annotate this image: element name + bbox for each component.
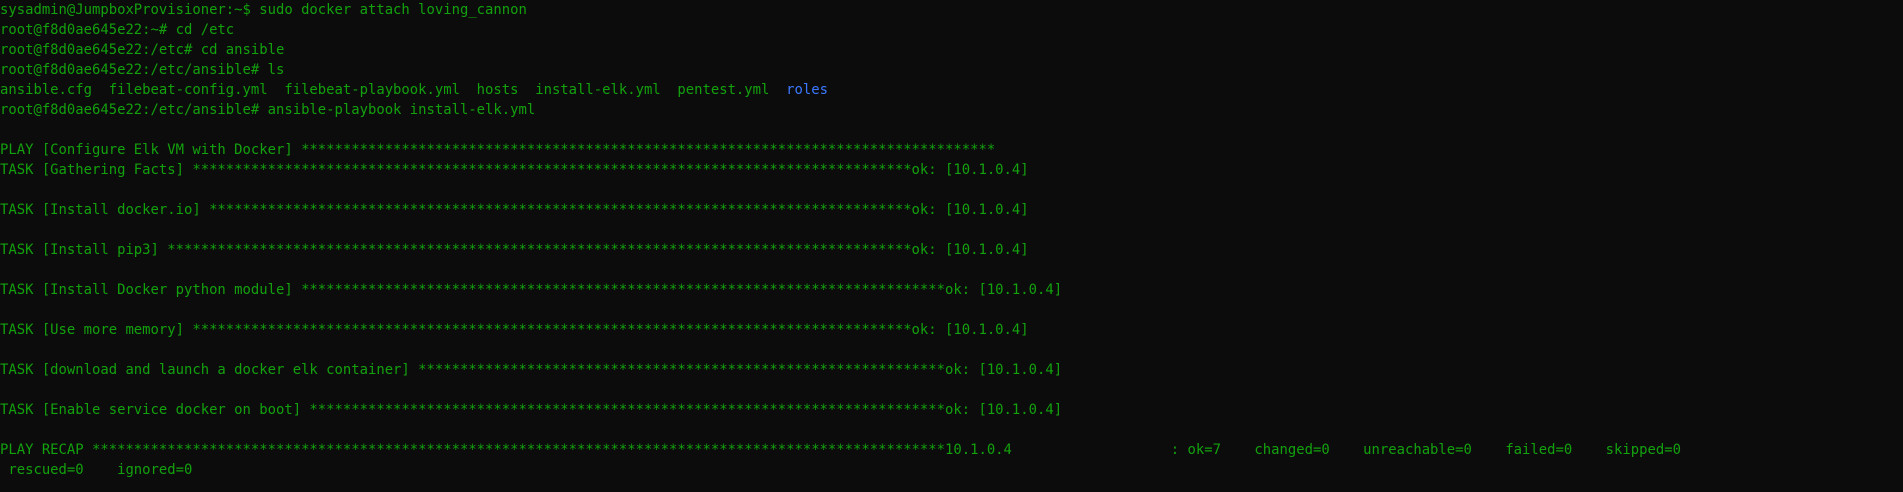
task-enable-docker-on-boot: TASK [Enable service docker on boot] ***… <box>0 402 1063 418</box>
ls-directory-roles: roles <box>786 82 828 98</box>
task-use-more-memory: TASK [Use more memory] *****************… <box>0 322 1029 338</box>
terminal-window[interactable]: sysadmin@JumpboxProvisioner:~$ sudo dock… <box>0 0 1903 492</box>
play-header: PLAY [Configure Elk VM with Docker] ****… <box>0 142 996 158</box>
terminal-line-ls-output: ansible.cfg filebeat-config.yml filebeat… <box>0 80 1903 100</box>
task-install-docker-python-module: TASK [Install Docker python module] ****… <box>0 282 1063 298</box>
task-install-pip3: TASK [Install pip3] ********************… <box>0 242 1029 258</box>
terminal-line-ls: root@f8d0ae645e22:/etc/ansible# ls <box>0 62 285 78</box>
terminal-line-cd-ansible: root@f8d0ae645e22:/etc# cd ansible <box>0 42 285 58</box>
terminal-line-attach: sysadmin@JumpboxProvisioner:~$ sudo dock… <box>0 2 527 18</box>
task-gathering-facts: TASK [Gathering Facts] *****************… <box>0 162 1029 178</box>
terminal-line-cd-etc: root@f8d0ae645e22:~# cd /etc <box>0 22 235 38</box>
play-recap-continued: rescued=0 ignored=0 <box>0 462 193 478</box>
terminal-line-playbook-command: root@f8d0ae645e22:/etc/ansible# ansible-… <box>0 102 536 118</box>
task-launch-elk-container: TASK [download and launch a docker elk c… <box>0 362 1063 378</box>
play-recap: PLAY RECAP *****************************… <box>0 442 1681 458</box>
task-install-docker-io: TASK [Install docker.io] ***************… <box>0 202 1029 218</box>
ls-files: ansible.cfg filebeat-config.yml filebeat… <box>0 82 787 98</box>
